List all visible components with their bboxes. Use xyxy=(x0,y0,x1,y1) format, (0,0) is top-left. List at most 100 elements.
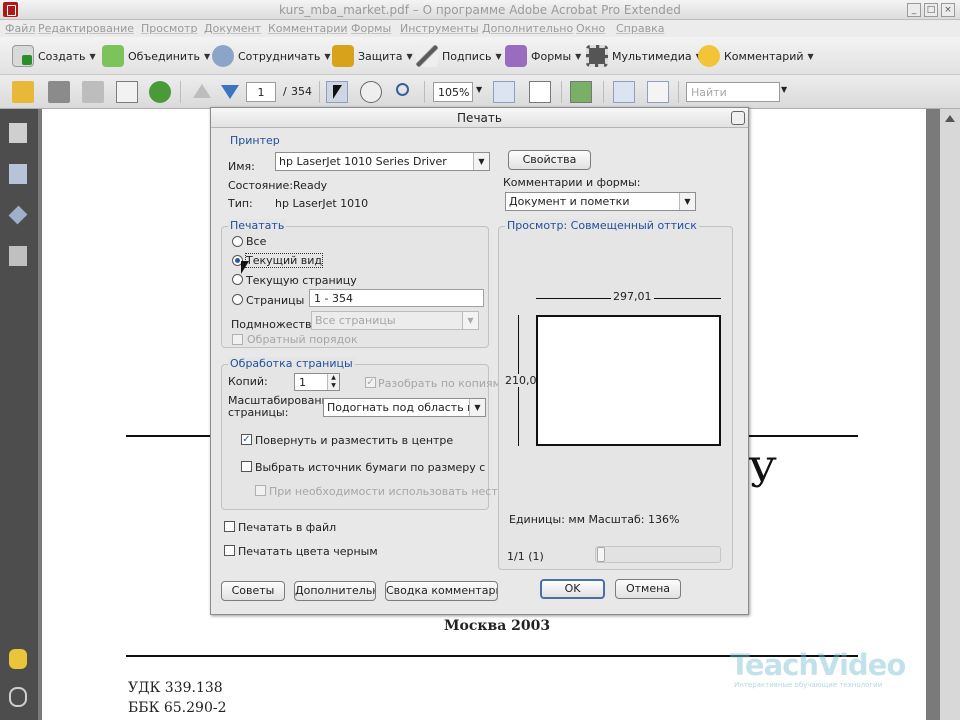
paper-source-checkbox[interactable] xyxy=(241,461,252,472)
create-button[interactable]: Создать ▼ xyxy=(12,43,96,69)
page-display-icon[interactable] xyxy=(570,81,592,103)
chevron-down-icon: ▼ xyxy=(473,153,489,170)
auto-rotate-label: Повернуть и разместить в центре xyxy=(255,434,454,447)
preview-width-value: 297,01 xyxy=(611,290,654,303)
menu-edit[interactable]: Редактирование xyxy=(38,22,134,35)
create-pdf-icon xyxy=(12,45,34,67)
preview-group-label: Просмотр: Совмещенный оттиск xyxy=(505,219,699,232)
printer-type-label: Тип: xyxy=(228,197,253,210)
menu-bar: Файл Редактирование Просмотр Документ Ко… xyxy=(0,20,960,37)
combine-button[interactable]: Объединить ▼ xyxy=(102,43,210,69)
navigation-pane xyxy=(0,109,38,720)
find-input[interactable]: Найти xyxy=(686,82,780,102)
attachments-panel-icon[interactable] xyxy=(9,687,27,707)
slider-thumb[interactable] xyxy=(597,547,605,562)
tasks-toolbar: Создать ▼ Объединить ▼ Сотрудничать ▼ Защит… xyxy=(0,37,960,75)
maximize-button[interactable]: □ xyxy=(924,3,938,17)
menu-view[interactable]: Просмотр xyxy=(141,22,197,35)
scaling-select[interactable]: Подогнать под область печати ▼ xyxy=(323,398,486,417)
printer-select[interactable]: hp LaserJet 1010 Series Driver ▼ xyxy=(275,152,490,171)
single-page-view-icon[interactable] xyxy=(613,81,635,103)
menu-document[interactable]: Документ xyxy=(204,22,261,35)
menu-tools[interactable]: Инструменты xyxy=(400,22,479,35)
close-window-button[interactable]: × xyxy=(941,3,955,17)
menu-forms[interactable]: Формы xyxy=(351,22,391,35)
zoom-dropdown-arrow[interactable]: ▼ xyxy=(476,85,482,94)
print-black-checkbox[interactable] xyxy=(224,545,235,556)
range-current-view-label: Текущий вид xyxy=(244,253,324,268)
full-screen-icon[interactable] xyxy=(647,81,669,103)
print-to-file-checkbox[interactable] xyxy=(224,521,235,532)
chevron-down-icon: ▼ xyxy=(462,312,478,329)
menu-advanced[interactable]: Дополнительно xyxy=(482,22,573,35)
page-handling-label: Обработка страницы xyxy=(228,357,355,370)
multimedia-button[interactable]: Мультимедиа▼ xyxy=(586,43,702,69)
previous-page-icon[interactable] xyxy=(191,81,213,103)
forms-button[interactable]: Формы ▼ xyxy=(505,43,581,69)
zoom-tool-icon[interactable] xyxy=(394,81,416,103)
fit-page-icon[interactable] xyxy=(529,81,551,103)
page-number-input[interactable]: 1 xyxy=(246,82,276,102)
zoom-level-input[interactable]: 105% xyxy=(433,82,473,102)
collate-checkbox[interactable]: ✓ xyxy=(365,377,376,388)
layers-panel-icon[interactable] xyxy=(8,205,28,225)
upload-share-icon[interactable] xyxy=(149,81,171,103)
sign-button[interactable]: Подпись ▼ xyxy=(416,43,502,69)
range-all-radio[interactable] xyxy=(232,236,243,247)
collaborate-button[interactable]: Сотрудничать ▼ xyxy=(212,43,331,69)
custom-size-checkbox[interactable] xyxy=(255,485,266,496)
menu-window[interactable]: Окно xyxy=(576,22,605,35)
print-icon[interactable] xyxy=(48,81,70,103)
range-current-page-label: Текущую страницу xyxy=(246,274,357,287)
copies-stepper[interactable]: 1 ▲ ▼ xyxy=(294,373,340,391)
mouse-pointer-icon xyxy=(241,261,249,274)
fit-width-icon[interactable] xyxy=(493,81,515,103)
signatures-panel-icon[interactable] xyxy=(9,246,27,266)
range-pages-radio[interactable] xyxy=(232,294,243,305)
open-folder-icon[interactable] xyxy=(12,81,34,103)
summarize-comments-button[interactable]: Сводка комментариев xyxy=(385,581,498,601)
range-current-page-radio[interactable] xyxy=(232,274,243,285)
menu-help[interactable]: Справка xyxy=(616,22,664,35)
window-title: kurs_mba_market.pdf – О программе Adobe … xyxy=(279,3,681,17)
comments-forms-select[interactable]: Документ и пометки ▼ xyxy=(505,192,696,211)
find-dropdown-arrow[interactable]: ▼ xyxy=(781,85,787,94)
properties-button[interactable]: Свойства xyxy=(508,150,591,170)
hand-tool-icon[interactable] xyxy=(360,81,382,103)
paper-source-label: Выбрать источник бумаги по размеру с xyxy=(255,461,486,474)
printer-status: Состояние:Ready xyxy=(228,179,328,192)
print-range-label: Печатать xyxy=(228,219,287,232)
bbk-line: ББК 65.290-2 xyxy=(128,700,227,716)
collate-label: Разобрать по копиям xyxy=(378,377,501,390)
vertical-scrollbar[interactable] xyxy=(940,109,960,720)
pages-panel-icon[interactable] xyxy=(9,123,27,143)
reverse-order-checkbox[interactable] xyxy=(232,334,243,345)
cancel-button[interactable]: Отмена xyxy=(615,579,681,599)
save-icon[interactable] xyxy=(82,81,104,103)
email-icon[interactable] xyxy=(116,81,138,103)
ok-button[interactable]: OK xyxy=(540,579,605,599)
menu-file[interactable]: Файл xyxy=(5,22,35,35)
secure-button[interactable]: Защита ▼ xyxy=(332,43,413,69)
tips-button[interactable]: Советы xyxy=(221,581,285,601)
subset-select[interactable]: Все страницы ▼ xyxy=(311,311,479,330)
select-tool-icon[interactable] xyxy=(326,81,348,103)
bookmarks-panel-icon[interactable] xyxy=(9,164,27,184)
pages-range-input[interactable]: 1 - 354 xyxy=(309,289,484,307)
collaborate-icon xyxy=(212,45,234,67)
stepper-arrows-icon[interactable]: ▲ ▼ xyxy=(327,374,339,390)
teachvideo-tagline: Интерактивные обучающие технологии xyxy=(734,681,883,689)
comments-panel-icon[interactable] xyxy=(9,649,27,669)
next-page-icon[interactable] xyxy=(219,81,241,103)
udk-line: УДК 339.138 xyxy=(128,680,223,696)
menu-comments[interactable]: Комментарии xyxy=(268,22,348,35)
dialog-close-icon[interactable] xyxy=(731,111,745,125)
print-to-file-label: Печатать в файл xyxy=(238,521,337,534)
preview-page-slider[interactable] xyxy=(595,546,721,563)
forms-icon xyxy=(505,45,527,67)
comment-button[interactable]: Комментарий ▼ xyxy=(698,43,814,69)
advanced-button[interactable]: Дополнительно xyxy=(294,581,376,601)
auto-rotate-checkbox[interactable]: ✓ xyxy=(241,434,252,445)
minimize-button[interactable]: _ xyxy=(907,3,921,17)
scroll-up-icon[interactable] xyxy=(945,115,955,122)
